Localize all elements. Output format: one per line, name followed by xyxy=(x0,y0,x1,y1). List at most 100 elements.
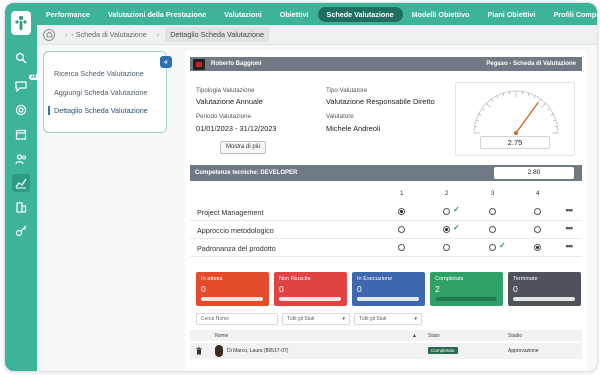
chevron-down-icon: ▾ xyxy=(342,316,345,322)
criterion-row: Approccio metodologico ✓ ••• xyxy=(190,221,582,239)
rating-radio-2[interactable] xyxy=(443,226,450,233)
tile-count: 2 xyxy=(435,284,440,294)
logo-icon xyxy=(15,15,27,30)
nav-item-valutazioni-prestazione[interactable]: Valutazioni della Prestazione xyxy=(99,7,215,22)
gauge-needle xyxy=(515,101,539,134)
gauge-tick xyxy=(550,113,554,116)
score-gauge: 2.75 xyxy=(455,82,575,156)
criterion-label: Padronanza del prodotto xyxy=(197,244,276,253)
nav-item-obiettivi[interactable]: Obiettivi xyxy=(271,7,318,22)
sort-icon[interactable]: ▲ xyxy=(412,333,417,339)
row-stadio: Approvazione xyxy=(508,348,539,354)
more-options-icon[interactable]: ••• xyxy=(566,223,574,233)
menu-item-ricerca[interactable]: Ricerca Schede Valutazione xyxy=(54,69,144,78)
nav-item-profili-competenze[interactable]: Profili Competenze xyxy=(544,7,597,22)
nav-item-valutazioni[interactable]: Valutazioni xyxy=(215,7,271,22)
competency-score: 2.80 xyxy=(494,167,574,179)
gauge-dial xyxy=(473,90,559,135)
criterion-row: Project Management ✓ ••• xyxy=(190,203,582,221)
app-logo[interactable] xyxy=(11,11,31,35)
tile-label: Non Riuscite xyxy=(279,276,311,282)
table-row[interactable]: Di Marco, Laura (89517-07) Completato Ap… xyxy=(190,343,582,359)
tipologia-label: Tipologia Valutazione xyxy=(196,87,255,94)
rating-radio-3[interactable] xyxy=(489,208,496,215)
rating-radio-4[interactable] xyxy=(534,244,541,251)
status-tile-completate[interactable]: Completate 2 xyxy=(430,272,503,306)
more-options-icon[interactable]: ••• xyxy=(566,241,574,251)
chart-icon[interactable] xyxy=(12,174,30,192)
building-icon[interactable] xyxy=(12,198,30,216)
gauge-tick xyxy=(541,103,546,108)
stati-select-2[interactable]: Tutti gli Stati ▾ xyxy=(354,313,422,325)
gauge-tick xyxy=(538,98,541,102)
left-rail: 20 xyxy=(5,3,39,371)
tipo-valutatore-label: Tipo Valutatore xyxy=(326,87,368,94)
home-icon[interactable] xyxy=(43,28,55,41)
tile-label: In Esecuzione xyxy=(357,276,393,282)
rating-radio-1[interactable] xyxy=(398,244,405,251)
target-icon[interactable] xyxy=(12,101,30,119)
search-name-input[interactable]: Cerca Nome xyxy=(196,313,278,325)
chat-icon[interactable]: 20 xyxy=(12,74,39,95)
search-icon[interactable] xyxy=(12,49,30,67)
key-icon[interactable] xyxy=(12,222,30,240)
collapse-menu-button[interactable]: « xyxy=(160,56,172,68)
check-icon: ✓ xyxy=(499,241,506,250)
rating-radio-2[interactable] xyxy=(443,244,450,251)
calendar-icon[interactable] xyxy=(12,125,30,143)
tile-count: 0 xyxy=(201,284,206,294)
column-header-stato[interactable]: Stato xyxy=(428,333,440,339)
rating-radio-4[interactable] xyxy=(534,208,541,215)
tile-label: Completate xyxy=(435,276,464,282)
gauge-tick xyxy=(475,119,480,122)
column-3: 3 xyxy=(491,190,495,197)
status-tile-terminate[interactable]: Terminate 0 xyxy=(508,272,581,306)
nav-item-schede-valutazione[interactable]: Schede Valutazione xyxy=(317,6,403,22)
periodo-value: 01/01/2023 - 31/12/2023 xyxy=(196,124,277,133)
tile-progress xyxy=(435,297,497,301)
rating-radio-4[interactable] xyxy=(534,226,541,233)
gauge-tick xyxy=(527,92,530,97)
tile-progress xyxy=(201,297,263,301)
more-options-icon[interactable]: ••• xyxy=(566,205,574,215)
rating-radio-3[interactable] xyxy=(489,226,496,233)
competency-header: Competenze tecniche: DEVELOPER 2.80 xyxy=(190,165,582,181)
menu-item-aggiungi[interactable]: Aggiungi Scheda Valutazione xyxy=(54,88,147,97)
side-menu: Ricerca Schede Valutazione Aggiungi Sche… xyxy=(43,51,167,133)
rating-radio-1[interactable] xyxy=(398,226,405,233)
status-tile-in-esecuzione[interactable]: In Esecuzione 0 xyxy=(352,272,425,306)
stati-select-2-value: Tutti gli Stati xyxy=(359,316,387,322)
tipo-valutatore-value: Valutazione Responsabile Diretto xyxy=(326,97,435,106)
status-tile-in-attesa[interactable]: In attesa 0 xyxy=(196,272,269,306)
stati-select-1[interactable]: Tutti gli Stati ▾ xyxy=(282,313,350,325)
gauge-tick xyxy=(481,108,485,111)
tile-progress xyxy=(279,297,341,301)
tile-progress-fill xyxy=(435,297,497,301)
column-1: 1 xyxy=(400,190,404,197)
nav-item-performance[interactable]: Performance xyxy=(37,7,99,22)
breadcrumb-parent[interactable]: - Scheda di Valutazione xyxy=(71,30,146,39)
nav-item-modelli-obiettivo[interactable]: Modelli Obiettivo xyxy=(403,7,479,22)
status-tile-non-riuscite[interactable]: Non Riuscite 0 xyxy=(274,272,347,306)
column-header-stadio[interactable]: Stadio xyxy=(508,333,522,339)
show-more-button[interactable]: Mostra di più xyxy=(220,141,267,154)
rating-radio-2[interactable] xyxy=(443,208,450,215)
user-header: Roberto Baggioni Pegaso - Scheda di Valu… xyxy=(190,57,582,71)
nav-item-piani-obiettivi[interactable]: Piani Obiettivi xyxy=(479,7,545,22)
rating-radio-1[interactable] xyxy=(398,208,405,215)
trash-icon[interactable] xyxy=(195,347,203,355)
gauge-tick xyxy=(547,108,551,111)
rating-radio-3[interactable] xyxy=(489,244,496,251)
tile-progress xyxy=(357,297,419,301)
valutatore-label: Valutatore xyxy=(326,113,354,120)
gauge-score: 2.75 xyxy=(480,136,550,149)
menu-item-dettaglio[interactable]: Dettaglio Scheda Valutazione xyxy=(48,106,148,115)
tile-count: 0 xyxy=(279,284,284,294)
people-icon[interactable] xyxy=(12,150,30,168)
chevron-right-icon: › xyxy=(65,30,68,39)
column-header-nome[interactable]: Nome xyxy=(215,333,228,339)
tile-progress xyxy=(513,297,575,301)
table-header: Nome ▲ Stato Stadio xyxy=(190,330,582,341)
stati-select-1-value: Tutti gli Stati xyxy=(287,316,315,322)
periodo-label: Periodo Valutazione xyxy=(196,113,251,120)
